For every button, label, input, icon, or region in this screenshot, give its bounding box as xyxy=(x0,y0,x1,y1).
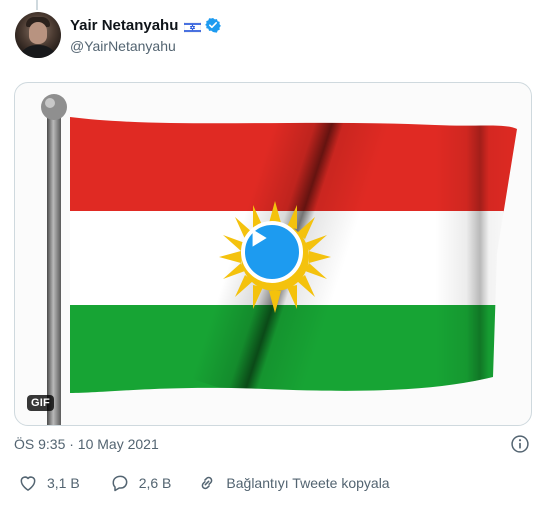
link-icon xyxy=(202,476,213,490)
verified-badge-icon xyxy=(205,17,222,33)
thread-connector-line xyxy=(36,0,38,10)
tweet-timestamp[interactable]: ÖS 9:35 · 10 May 2021 xyxy=(14,436,159,452)
reply-count: 2,6 B xyxy=(138,475,172,491)
author-handle[interactable]: @YairNetanyahu xyxy=(70,38,221,54)
gif-media-card[interactable]: GIF xyxy=(14,82,532,426)
flag-pole-finial xyxy=(41,94,67,120)
israel-flag-icon xyxy=(184,20,202,33)
flag-pole xyxy=(47,111,61,425)
avatar[interactable] xyxy=(15,12,61,58)
display-name[interactable]: Yair Netanyahu xyxy=(70,17,178,34)
timestamp-row: ÖS 9:35 · 10 May 2021 xyxy=(14,434,530,454)
copy-link-label: Bağlantıyı Tweete kopyala xyxy=(226,475,390,491)
like-count: 3,1 B xyxy=(47,475,80,491)
like-button[interactable]: 3,1 B xyxy=(18,473,80,493)
tweet-actions: 3,1 B 2,6 B Bağlantıyı Tweete kopyala xyxy=(14,470,390,496)
avatar-shirt xyxy=(18,45,58,58)
info-icon[interactable] xyxy=(510,434,530,454)
reply-bubble-icon xyxy=(112,475,128,492)
avatar-face xyxy=(29,22,47,44)
author-name-row: Yair Netanyahu xyxy=(70,14,222,36)
heart-icon xyxy=(20,476,36,491)
gif-badge: GIF xyxy=(27,395,54,411)
author-block: Yair Netanyahu @YairNetanyahu xyxy=(70,14,222,54)
flag-fold-shadow-2 xyxy=(435,117,517,393)
play-button[interactable] xyxy=(241,221,303,283)
play-icon xyxy=(252,229,267,247)
copy-link-button[interactable]: Bağlantıyı Tweete kopyala xyxy=(197,473,390,493)
reply-button[interactable]: 2,6 B xyxy=(110,473,172,493)
